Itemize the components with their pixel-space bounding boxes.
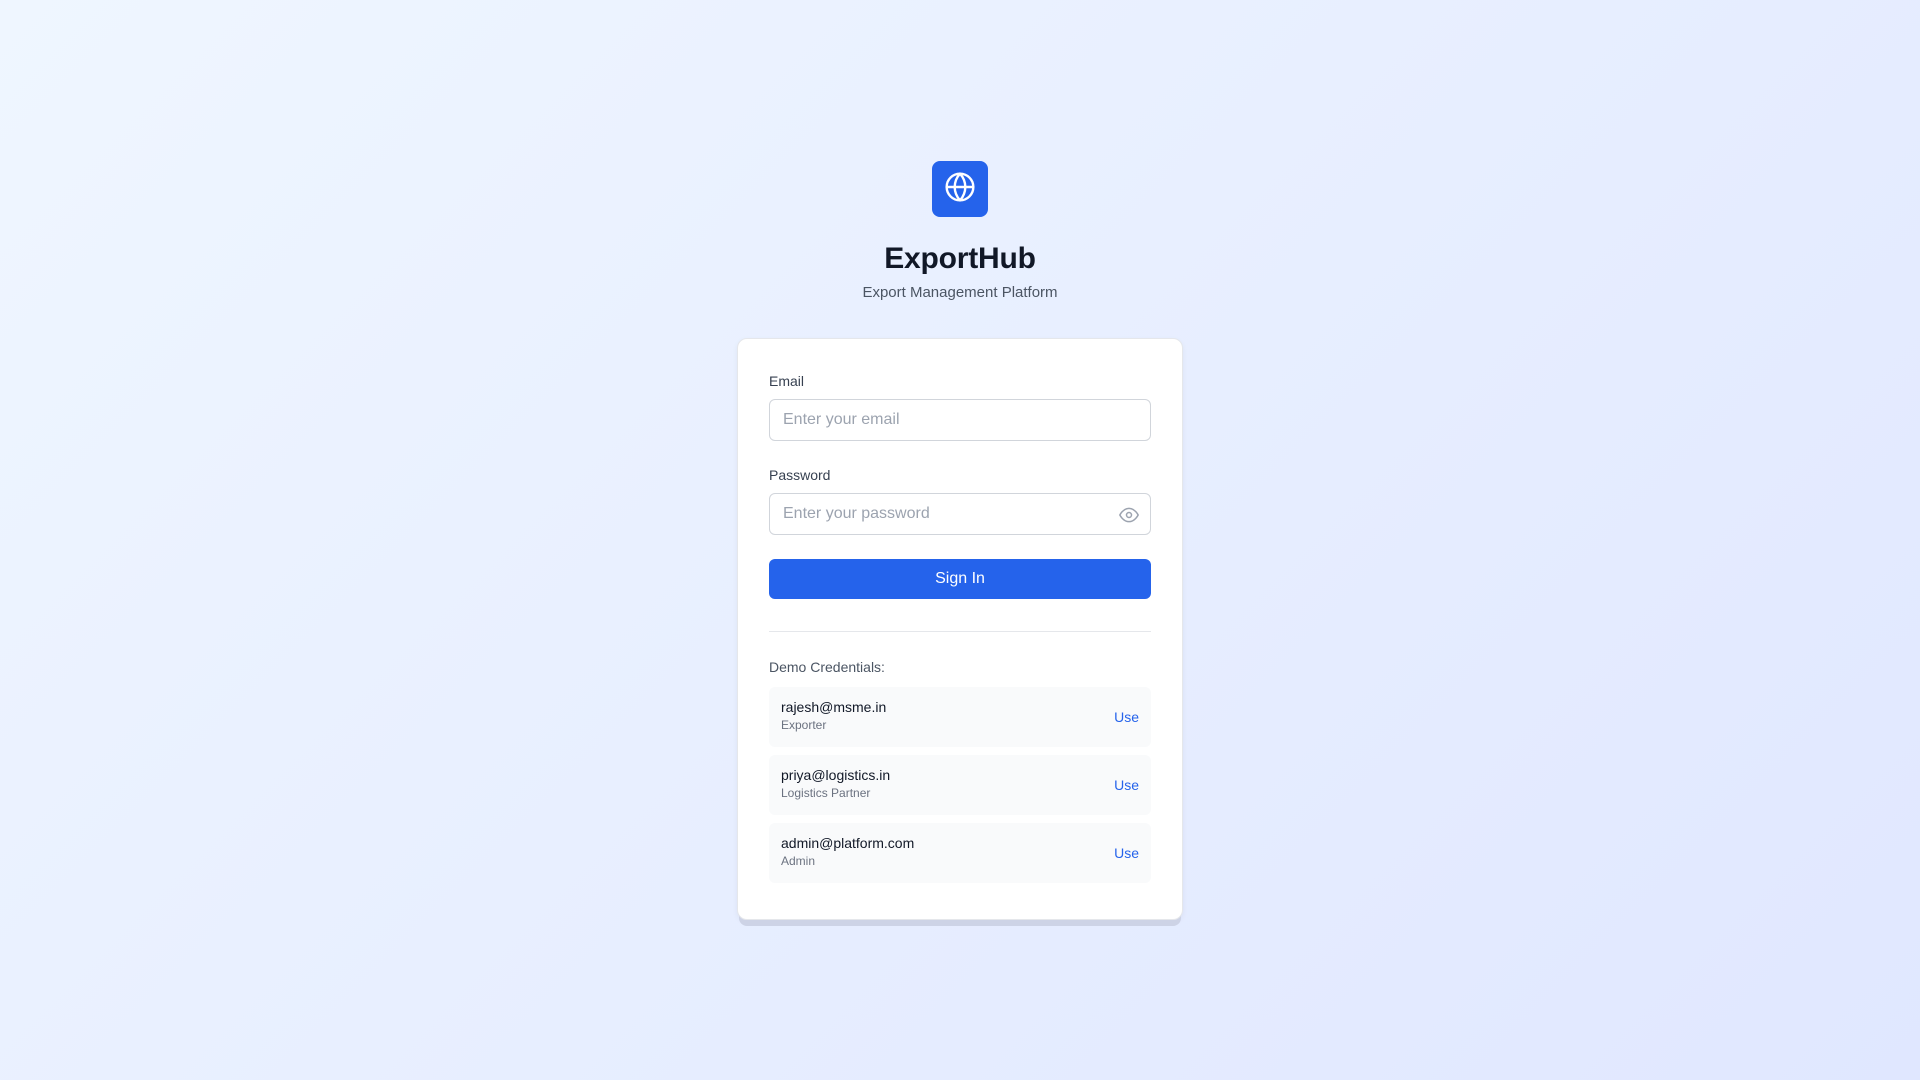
email-field-wrapper <box>769 399 1151 441</box>
use-credential-button[interactable]: Use <box>1114 776 1139 794</box>
credential-item: rajesh@msme.in Exporter Use <box>769 687 1151 747</box>
credential-role: Exporter <box>781 718 827 732</box>
password-field-wrapper <box>769 493 1151 535</box>
credential-item: admin@platform.com Admin Use <box>769 823 1151 883</box>
app-logo <box>932 161 988 217</box>
credential-item: priya@logistics.in Logistics Partner Use <box>769 755 1151 815</box>
use-credential-button[interactable]: Use <box>1114 708 1139 726</box>
credential-role: Logistics Partner <box>781 786 871 800</box>
email-label: Email <box>769 373 805 389</box>
divider <box>769 631 1151 632</box>
app-subtitle: Export Management Platform <box>862 284 1058 301</box>
app-title: ExportHub <box>884 242 1036 275</box>
login-page: ExportHub Export Management Platform Ema… <box>0 0 1920 1080</box>
demo-credentials-title: Demo Credentials: <box>769 659 885 675</box>
credential-email: rajesh@msme.in <box>781 699 887 715</box>
brand-header: ExportHub Export Management Platform <box>0 161 1920 303</box>
sign-in-button[interactable]: Sign In <box>769 559 1151 599</box>
use-credential-button[interactable]: Use <box>1114 844 1139 862</box>
credential-email: admin@platform.com <box>781 835 915 851</box>
password-label: Password <box>769 467 831 483</box>
credential-email: priya@logistics.in <box>781 767 891 783</box>
email-field[interactable] <box>770 400 1150 440</box>
globe-icon <box>944 171 976 208</box>
password-field[interactable] <box>770 494 1150 534</box>
login-card: Email Password Sign In Demo Credentials:… <box>737 338 1183 920</box>
eye-icon[interactable] <box>1119 505 1139 525</box>
credential-role: Admin <box>781 854 816 868</box>
